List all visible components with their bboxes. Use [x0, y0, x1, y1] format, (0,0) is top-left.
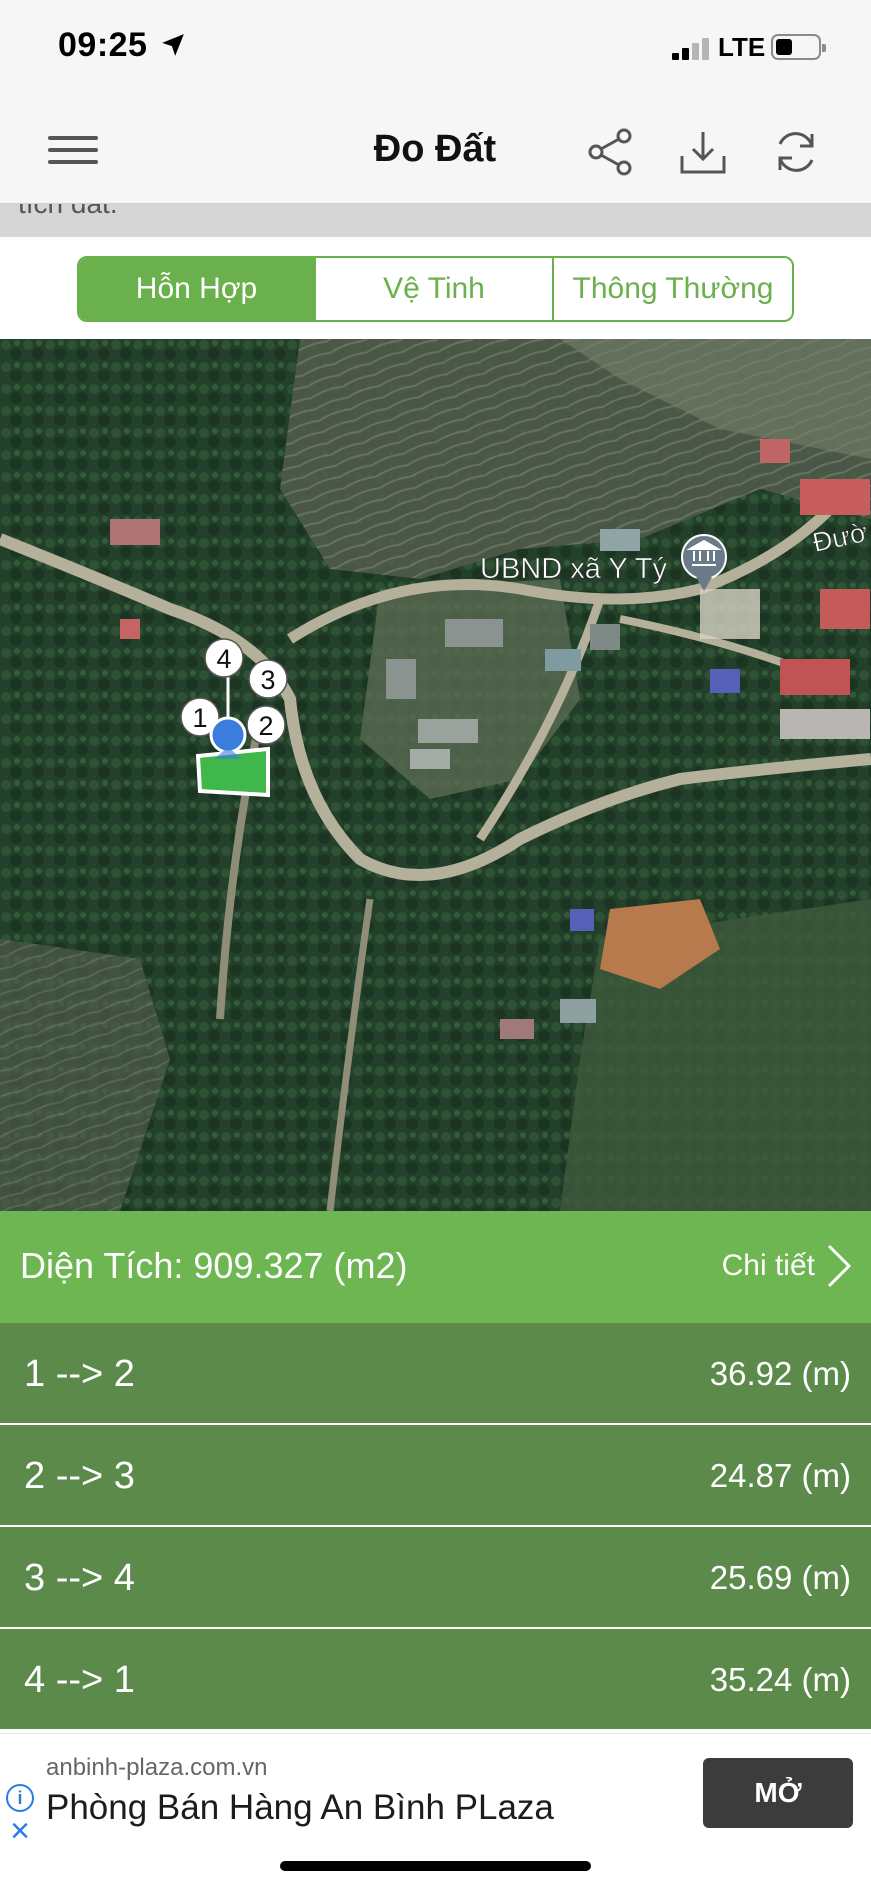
- detail-label: Chi tiết: [721, 1249, 815, 1282]
- segment-length: 25.69 (m): [709, 1559, 851, 1596]
- location-arrow-icon: [162, 34, 184, 56]
- ad-domain: anbinh-plaza.com.vn: [46, 1754, 268, 1781]
- area-summary: Diện Tích: 909.327 (m2) Chi tiết: [0, 1211, 871, 1323]
- segment-name: 4 --> 1: [24, 1659, 135, 1701]
- segment-name: 2 --> 3: [24, 1455, 135, 1497]
- list-item: 1 --> 2 36.92 (m): [0, 1323, 871, 1425]
- signal-icon: [672, 38, 710, 60]
- segment-name: 1 --> 2: [24, 1353, 135, 1395]
- battery-icon: [771, 34, 826, 60]
- info-icon[interactable]: i: [6, 1784, 34, 1812]
- map-marker-2[interactable]: 2: [258, 711, 273, 741]
- map-marker-1[interactable]: 1: [192, 703, 207, 733]
- segment-length: 35.24 (m): [709, 1661, 851, 1698]
- area-label: Diện Tích: 909.327 (m2): [20, 1245, 408, 1286]
- map-type-segmented: Hỗn Hợp Vệ Tinh Thông Thường: [77, 256, 794, 322]
- map-type-satellite[interactable]: Vệ Tinh: [316, 258, 554, 320]
- close-icon[interactable]: ×: [6, 1814, 34, 1848]
- download-icon[interactable]: [677, 126, 729, 178]
- satellite-map: 4 3 1 2 UBND xã Y Tý Đườ: [0, 339, 871, 1211]
- segment-length: 36.92 (m): [709, 1355, 851, 1392]
- ad-banner[interactable]: i × anbinh-plaza.com.vn Phòng Bán Hàng A…: [0, 1733, 871, 1849]
- page-title: Đo Đất: [373, 128, 497, 170]
- ad-title[interactable]: Phòng Bán Hàng An Bình PLaza: [46, 1788, 554, 1828]
- map-type-control: Hỗn Hợp Vệ Tinh Thông Thường: [0, 237, 871, 339]
- chevron-right-icon: [827, 1244, 852, 1288]
- list-item: 2 --> 3 24.87 (m): [0, 1425, 871, 1527]
- map-type-normal[interactable]: Thông Thường: [554, 258, 792, 320]
- status-bar: 09:25 LTE: [0, 0, 871, 96]
- distance-list: 1 --> 2 36.92 (m) 2 --> 3 24.87 (m) 3 --…: [0, 1323, 871, 1731]
- share-icon[interactable]: [584, 126, 636, 178]
- partial-text-strip: tích đất.: [0, 204, 871, 237]
- segment-name: 3 --> 4: [24, 1557, 135, 1599]
- home-indicator[interactable]: [280, 1861, 591, 1871]
- list-item: 3 --> 4 25.69 (m): [0, 1527, 871, 1629]
- status-time: 09:25: [58, 26, 148, 64]
- list-item: 4 --> 1 35.24 (m): [0, 1629, 871, 1731]
- menu-icon[interactable]: [48, 136, 100, 166]
- map-view[interactable]: 4 3 1 2 UBND xã Y Tý Đườ: [0, 339, 871, 1211]
- map-marker-3[interactable]: 3: [260, 665, 275, 695]
- network-type: LTE: [718, 32, 766, 62]
- ad-open-button[interactable]: MỞ: [703, 1758, 853, 1828]
- map-marker-4[interactable]: 4: [216, 644, 231, 674]
- refresh-icon[interactable]: [770, 126, 822, 178]
- map-type-hybrid[interactable]: Hỗn Hợp: [79, 258, 316, 320]
- home-bar: [0, 1849, 871, 1884]
- partial-text: tích đất.: [18, 204, 118, 220]
- nav-bar: Đo Đất: [0, 96, 871, 204]
- segment-length: 24.87 (m): [709, 1457, 851, 1494]
- poi-label[interactable]: UBND xã Y Tý: [480, 553, 668, 586]
- detail-button[interactable]: Chi tiết: [722, 1241, 853, 1291]
